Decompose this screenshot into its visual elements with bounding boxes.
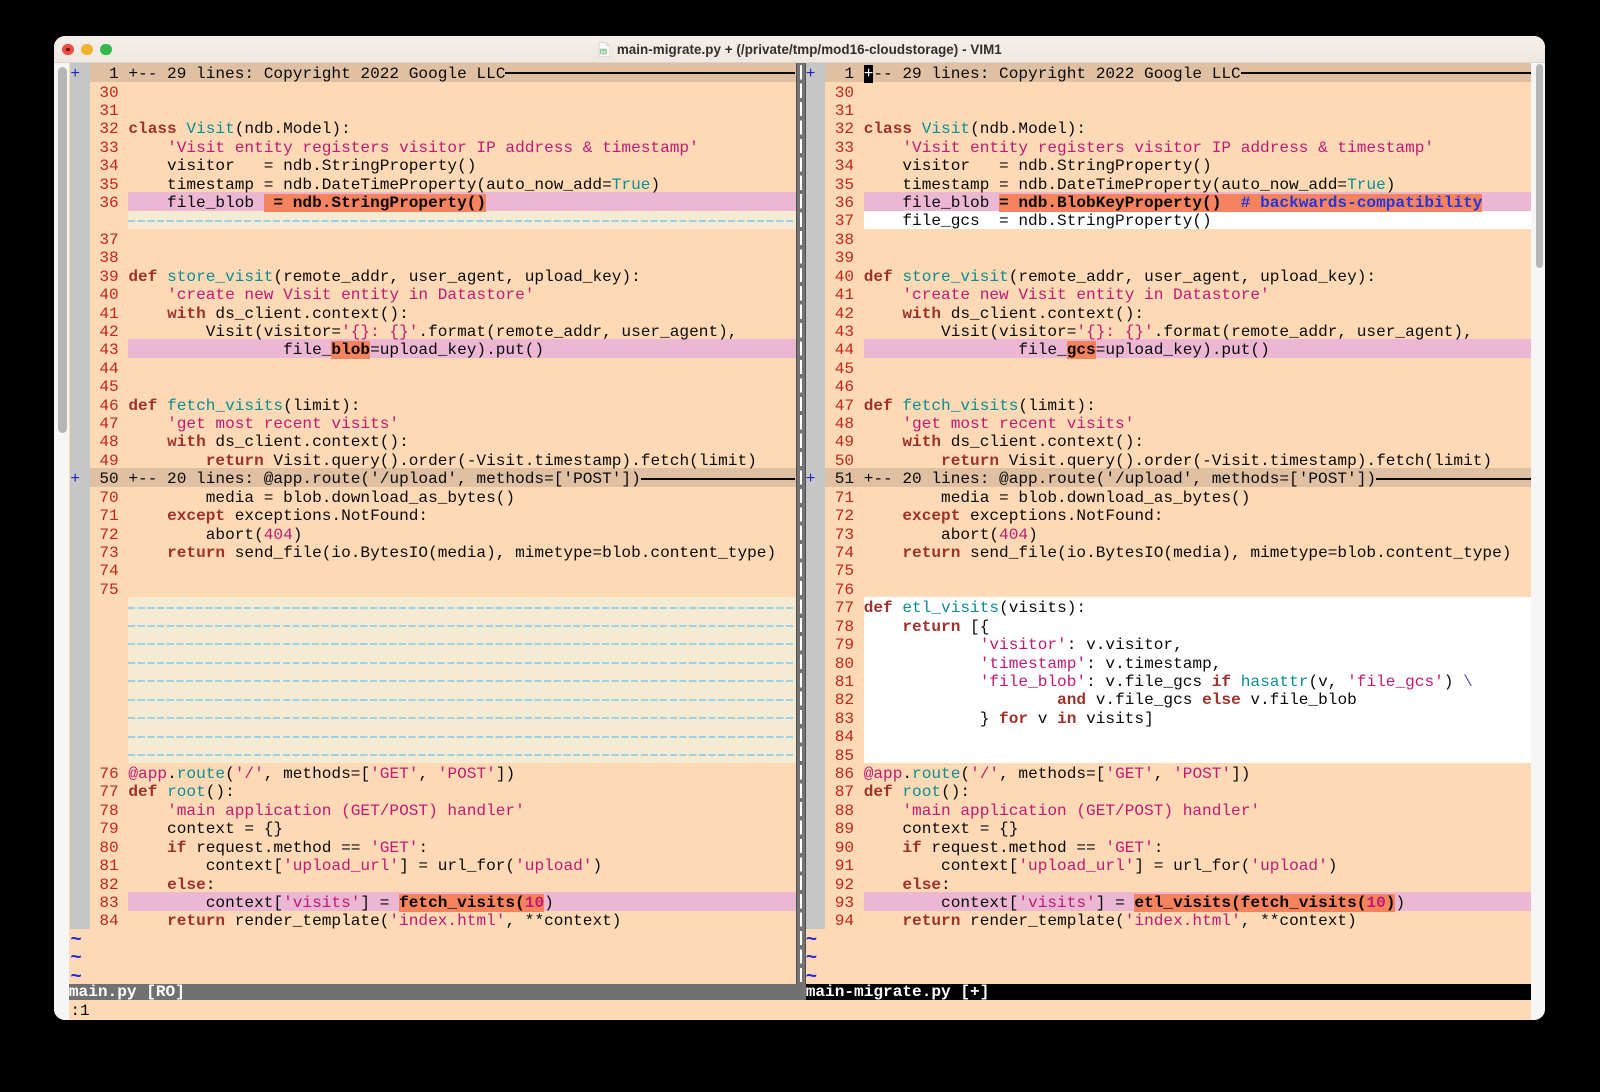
svg-text:py: py [600,49,606,54]
